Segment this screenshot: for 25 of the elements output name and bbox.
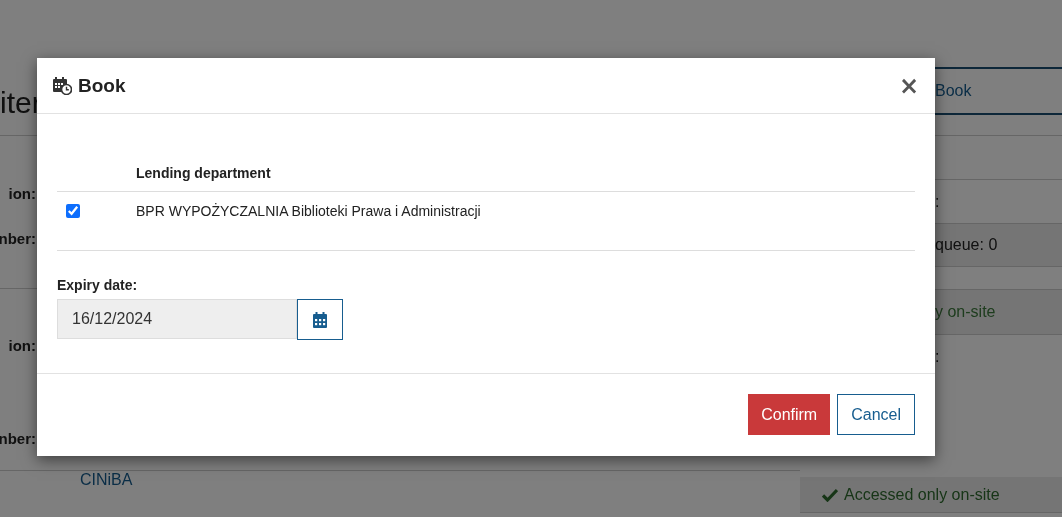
status-text: Accessed only on-site <box>844 485 1000 504</box>
confirm-button[interactable]: Confirm <box>748 394 831 435</box>
status-text: : <box>935 192 940 211</box>
field-label: ion: <box>7 336 36 356</box>
calendar-icon <box>313 311 327 328</box>
row-checkbox[interactable] <box>66 204 80 218</box>
calendar-clock-icon <box>53 76 72 95</box>
status-text: : <box>935 348 940 366</box>
field-label: Expiry date: <box>57 277 139 293</box>
cancel-button[interactable]: Cancel <box>837 394 915 435</box>
queue-text: queue: 0 <box>935 236 998 254</box>
field-label: nber: <box>0 229 36 249</box>
page-heading: iter <box>0 86 42 119</box>
field-label: nber: <box>0 429 36 449</box>
table-cell: BPR WYPOŻYCZALNIA Biblioteki Prawa i Administracji <box>136 203 481 219</box>
field-label: ion: <box>7 184 36 204</box>
close-button[interactable]: × <box>898 73 919 98</box>
column-header: Lending department <box>136 164 271 181</box>
dialog-title: Book <box>78 74 127 97</box>
date-field[interactable]: 16/12/2024 <box>57 299 297 339</box>
book-button[interactable]: Book <box>935 67 1062 115</box>
library-link[interactable]: CINiBA <box>80 471 133 488</box>
check-icon <box>822 487 838 502</box>
status-text: y on-site <box>935 303 996 321</box>
calendar-button[interactable] <box>297 299 343 340</box>
